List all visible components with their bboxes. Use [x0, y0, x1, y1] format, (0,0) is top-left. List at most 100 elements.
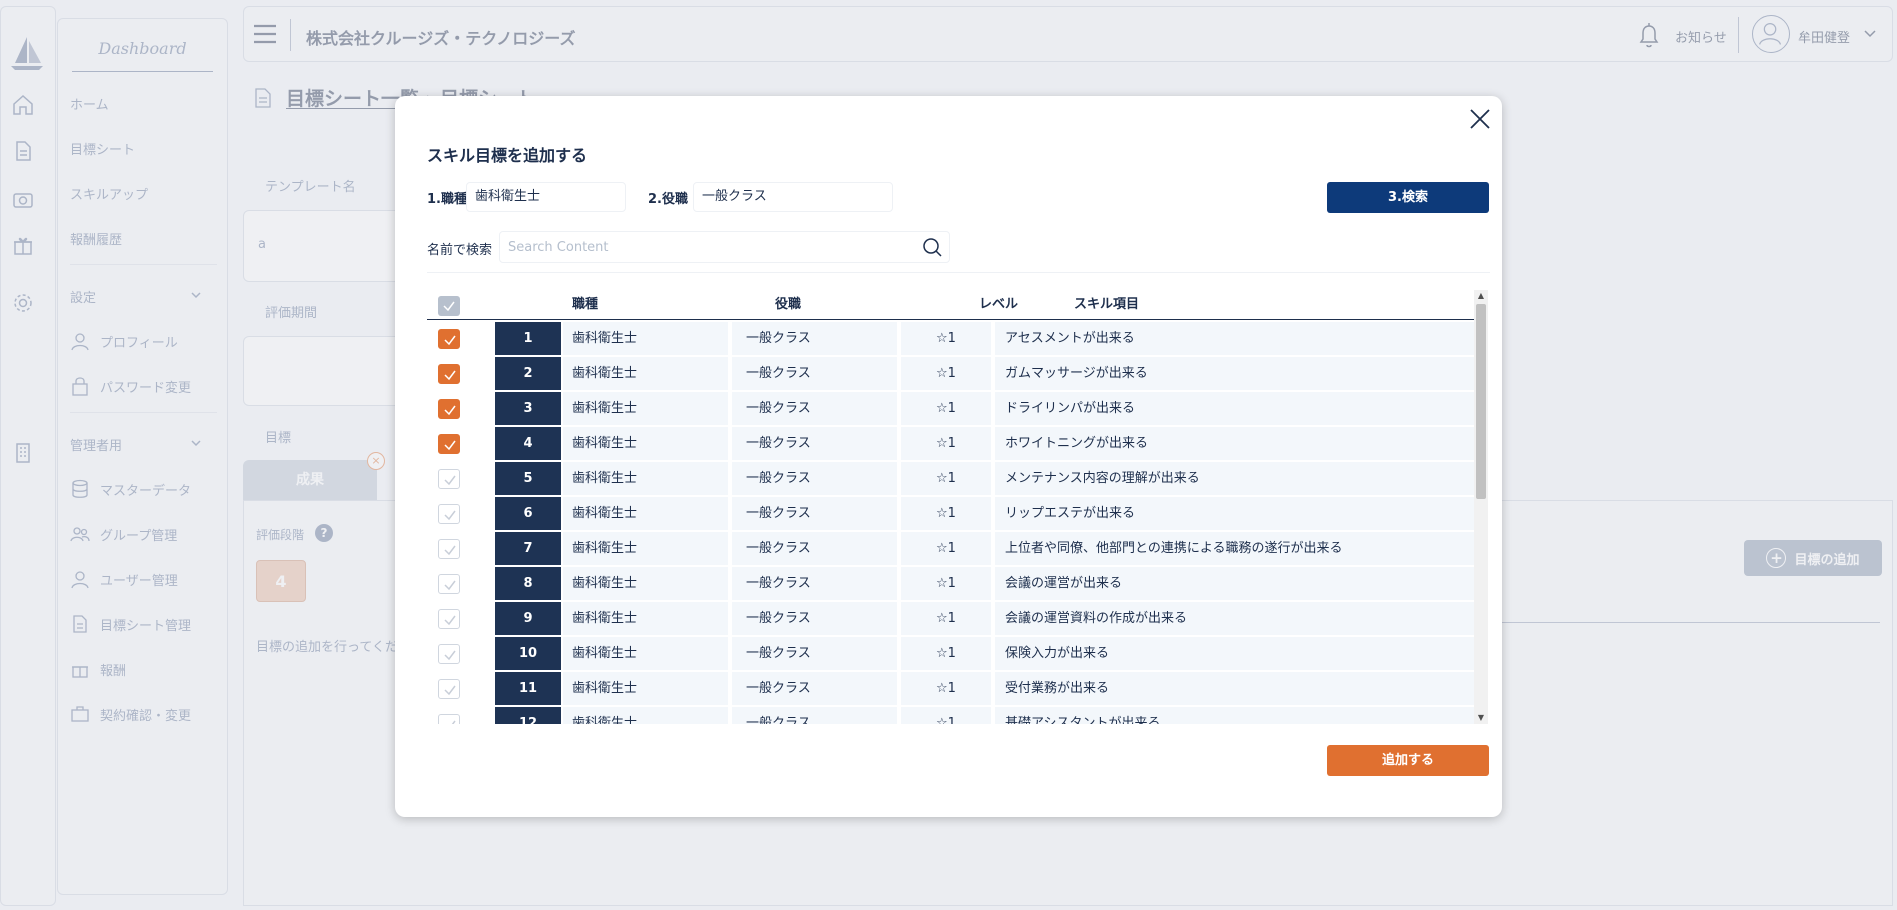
- row-number: 5: [495, 462, 561, 495]
- cell-role: 一般クラス: [732, 707, 897, 724]
- table-row[interactable]: 7 歯科衛生士 一般クラス ☆1 上位者や同僚、他部門との連携による職務の遂行が出来る: [427, 531, 1474, 566]
- row-checkbox[interactable]: [438, 504, 460, 524]
- check-icon: [444, 580, 456, 591]
- cell-role: 一般クラス: [732, 672, 897, 705]
- row-checkbox[interactable]: [438, 679, 460, 699]
- cell-role: 一般クラス: [732, 322, 897, 355]
- search-icon[interactable]: [921, 236, 943, 258]
- table-row[interactable]: 11 歯科衛生士 一般クラス ☆1 受付業務が出来る: [427, 671, 1474, 706]
- check-icon: [444, 475, 456, 486]
- check-icon: [444, 510, 456, 521]
- job-select[interactable]: 歯科衛生士: [466, 182, 626, 212]
- table-row[interactable]: 2 歯科衛生士 一般クラス ☆1 ガムマッサージが出来る: [427, 356, 1474, 391]
- row-number: 9: [495, 602, 561, 635]
- cell-skill: 会議の運営が出来る: [995, 567, 1474, 600]
- row-checkbox[interactable]: [438, 714, 460, 724]
- check-icon: [444, 370, 456, 381]
- cell-level: ☆1: [901, 567, 991, 600]
- row-checkbox[interactable]: [438, 469, 460, 489]
- cell-skill: アセスメントが出来る: [995, 322, 1474, 355]
- cell-level: ☆1: [901, 392, 991, 425]
- cell-job: 歯科衛生士: [563, 462, 728, 495]
- check-icon: [444, 615, 456, 626]
- check-icon: [443, 301, 455, 312]
- table-row[interactable]: 12 歯科衛生士 一般クラス ☆1 基礎アシスタントが出来る: [427, 706, 1474, 724]
- modal-title: スキル目標を追加する: [427, 146, 588, 165]
- select-all-checkbox[interactable]: [438, 296, 460, 316]
- table-row[interactable]: 10 歯科衛生士 一般クラス ☆1 保険入力が出来る: [427, 636, 1474, 671]
- table-row[interactable]: 1 歯科衛生士 一般クラス ☆1 アセスメントが出来る: [427, 321, 1474, 356]
- cell-level: ☆1: [901, 602, 991, 635]
- cell-job: 歯科衛生士: [563, 672, 728, 705]
- row-checkbox[interactable]: [438, 434, 460, 454]
- table-row[interactable]: 8 歯科衛生士 一般クラス ☆1 会議の運営が出来る: [427, 566, 1474, 601]
- cell-level: ☆1: [901, 462, 991, 495]
- cell-job: 歯科衛生士: [563, 322, 728, 355]
- cell-level: ☆1: [901, 427, 991, 460]
- scroll-up-arrow-icon[interactable]: ▲: [1474, 290, 1488, 302]
- cell-level: ☆1: [901, 497, 991, 530]
- check-icon: [444, 405, 456, 416]
- cell-job: 歯科衛生士: [563, 602, 728, 635]
- row-checkbox[interactable]: [438, 644, 460, 664]
- check-icon: [444, 440, 456, 451]
- column-header-job: 職種: [572, 297, 599, 312]
- table-row[interactable]: 5 歯科衛生士 一般クラス ☆1 メンテナンス内容の理解が出来る: [427, 461, 1474, 496]
- cell-skill: ホワイトニングが出来る: [995, 427, 1474, 460]
- row-number: 8: [495, 567, 561, 600]
- role-select[interactable]: 一般クラス: [693, 182, 893, 212]
- table-row[interactable]: 6 歯科衛生士 一般クラス ☆1 リップエステが出来る: [427, 496, 1474, 531]
- check-icon: [444, 545, 456, 556]
- cell-job: 歯科衛生士: [563, 532, 728, 565]
- search-input[interactable]: [500, 232, 920, 262]
- check-icon: [444, 650, 456, 661]
- row-checkbox[interactable]: [438, 364, 460, 384]
- row-number: 10: [495, 637, 561, 670]
- cell-level: ☆1: [901, 532, 991, 565]
- cell-skill: 基礎アシスタントが出来る: [995, 707, 1474, 724]
- cell-role: 一般クラス: [732, 357, 897, 390]
- table-scrollbar[interactable]: ▲ ▼: [1474, 290, 1488, 724]
- cell-skill: 保険入力が出来る: [995, 637, 1474, 670]
- cell-skill: ドライリンパが出来る: [995, 392, 1474, 425]
- close-button[interactable]: [1467, 106, 1493, 132]
- row-checkbox[interactable]: [438, 574, 460, 594]
- cell-job: 歯科衛生士: [563, 427, 728, 460]
- close-icon: [1470, 109, 1490, 129]
- cell-role: 一般クラス: [732, 567, 897, 600]
- cell-skill: 受付業務が出来る: [995, 672, 1474, 705]
- check-icon: [444, 335, 456, 346]
- column-header-skill: スキル項目: [1074, 297, 1140, 312]
- row-checkbox[interactable]: [438, 329, 460, 349]
- cell-skill: メンテナンス内容の理解が出来る: [995, 462, 1474, 495]
- scroll-down-arrow-icon[interactable]: ▼: [1474, 712, 1488, 724]
- cell-skill: 会議の運営資料の作成が出来る: [995, 602, 1474, 635]
- add-skill-goal-modal: スキル目標を追加する 1.職種 歯科衛生士 2.役職 一般クラス 3.検索 名前…: [395, 96, 1502, 817]
- table-row[interactable]: 9 歯科衛生士 一般クラス ☆1 会議の運営資料の作成が出来る: [427, 601, 1474, 636]
- cell-skill: リップエステが出来る: [995, 497, 1474, 530]
- cell-role: 一般クラス: [732, 602, 897, 635]
- row-checkbox[interactable]: [438, 399, 460, 419]
- cell-role: 一般クラス: [732, 532, 897, 565]
- row-number: 1: [495, 322, 561, 355]
- table-row[interactable]: 3 歯科衛生士 一般クラス ☆1 ドライリンパが出来る: [427, 391, 1474, 426]
- table-header: 職種 役職 レベル スキル項目: [427, 290, 1474, 320]
- cell-role: 一般クラス: [732, 392, 897, 425]
- cell-role: 一般クラス: [732, 462, 897, 495]
- row-checkbox[interactable]: [438, 539, 460, 559]
- search-button[interactable]: 3.検索: [1327, 182, 1489, 213]
- cell-role: 一般クラス: [732, 497, 897, 530]
- cell-role: 一般クラス: [732, 427, 897, 460]
- scroll-thumb[interactable]: [1476, 304, 1486, 499]
- add-button[interactable]: 追加する: [1327, 745, 1489, 776]
- table-row[interactable]: 4 歯科衛生士 一般クラス ☆1 ホワイトニングが出来る: [427, 426, 1474, 461]
- job-label: 1.職種: [427, 192, 467, 207]
- cell-job: 歯科衛生士: [563, 637, 728, 670]
- row-number: 2: [495, 357, 561, 390]
- row-number: 4: [495, 427, 561, 460]
- check-icon: [451, 720, 456, 724]
- row-checkbox[interactable]: [438, 609, 460, 629]
- row-number: 3: [495, 392, 561, 425]
- cell-skill: ガムマッサージが出来る: [995, 357, 1474, 390]
- cell-job: 歯科衛生士: [563, 567, 728, 600]
